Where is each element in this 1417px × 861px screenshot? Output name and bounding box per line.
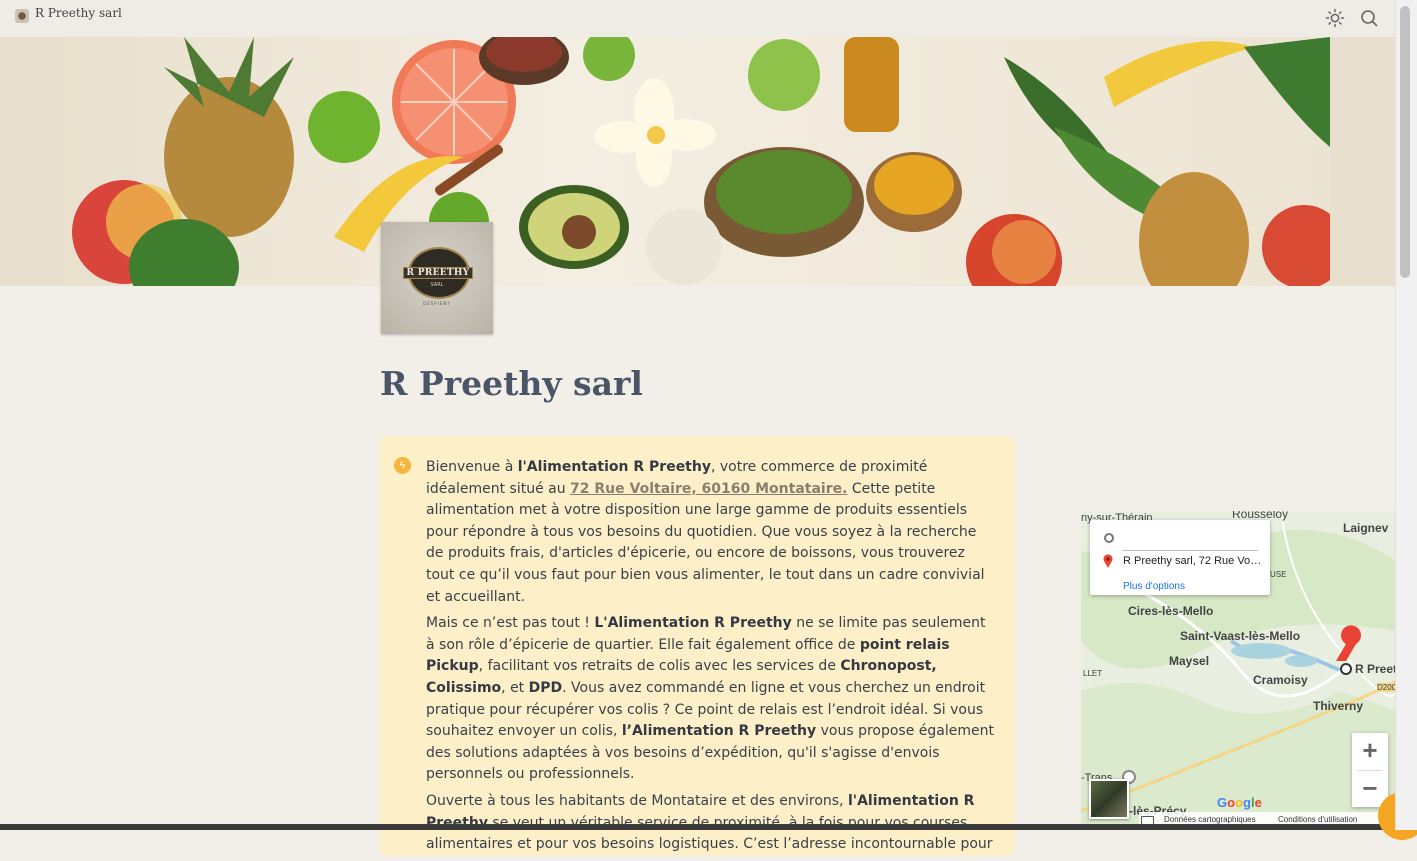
- bold-text: DPD: [528, 679, 563, 696]
- paragraph-text: , facilitant vos retraits de colis avec …: [478, 658, 841, 675]
- site-logo-icon[interactable]: [15, 9, 29, 23]
- paragraph-text: se veut un véritable service de proximit…: [426, 814, 993, 853]
- bottom-edge: [0, 824, 1396, 830]
- hero-illustration: [72, 37, 1330, 286]
- bold-text: l'Alimentation R Preethy: [517, 459, 711, 475]
- zoom-controls: + −: [1352, 733, 1388, 807]
- map-place-label: Saint-Vaast-lès-Mello: [1180, 629, 1301, 643]
- callout-paragraph: Mais ce n’est pas tout ! L'Alimentation …: [426, 613, 994, 786]
- origin-input[interactable]: [1122, 550, 1258, 551]
- map-road-label: D200: [1377, 683, 1396, 692]
- lightning-icon: ϟ: [394, 457, 411, 474]
- site-name[interactable]: R Preethy sarl: [35, 6, 122, 20]
- bold-text: L'Alimentation R Preethy: [594, 615, 792, 632]
- intro-callout: ϟ Bienvenue à l'Alimentation R Preethy, …: [379, 436, 1015, 856]
- more-options-link[interactable]: Plus d'options: [1123, 581, 1185, 592]
- google-letter: o: [1227, 795, 1236, 810]
- paragraph-text: Mais ce n’est pas tout !: [426, 615, 595, 632]
- brand-logo: R PREETHY SARL DESPIENY: [381, 222, 493, 334]
- top-bar: R Preethy sarl: [0, 0, 1396, 38]
- scrollbar[interactable]: [1395, 0, 1417, 830]
- callout-paragraph: Bienvenue à l'Alimentation R Preethy, vo…: [426, 457, 994, 608]
- paragraph-text: Cette petite alimentation met à votre di…: [426, 480, 985, 605]
- scrollbar-thumb[interactable]: [1400, 6, 1410, 278]
- paragraph-text: Bienvenue à: [426, 459, 518, 475]
- map-pin-label: R Preet: [1355, 662, 1396, 676]
- map-road-label: LLET: [1083, 669, 1103, 678]
- google-letter: g: [1243, 795, 1251, 810]
- origin-dot-icon: [1104, 533, 1114, 543]
- google-letter: o: [1235, 795, 1244, 810]
- logo-subtitle: SARL: [430, 282, 444, 288]
- search-icon[interactable]: [1359, 8, 1379, 28]
- map-place-label: Thiverny: [1313, 699, 1364, 713]
- paragraph-text: , et: [501, 679, 529, 696]
- logo-footer: DESPIENY: [423, 301, 451, 306]
- satellite-toggle-button[interactable]: [1089, 779, 1129, 819]
- google-logo: Google: [1217, 795, 1262, 810]
- zoom-in-button[interactable]: +: [1352, 733, 1388, 769]
- map-place-label: Cramoisy: [1253, 673, 1308, 687]
- hero-banner: [0, 37, 1396, 286]
- map-road-label: USE: [1270, 570, 1287, 579]
- address-link[interactable]: 72 Rue Voltaire, 60160 Montataire.: [570, 481, 847, 497]
- sun-icon[interactable]: [1325, 8, 1345, 28]
- map-place-label: Cires-lès-Mello: [1128, 604, 1214, 618]
- directions-card: R Preethy sarl, 72 Rue Voltaire, 60160 M…: [1090, 520, 1270, 595]
- google-letter: G: [1217, 795, 1228, 810]
- destination-text[interactable]: R Preethy sarl, 72 Rue Voltaire, 60160 M…: [1123, 555, 1263, 567]
- paragraph-text: Ouverte à tous les habitants de Montatai…: [426, 792, 848, 809]
- map-place-label: Maysel: [1169, 654, 1210, 668]
- destination-pin-icon: [1103, 554, 1113, 568]
- google-map[interactable]: ny-sur-Thérain Rousseloy Laignev Cires-l…: [1081, 511, 1396, 830]
- page-title: R Preethy sarl: [380, 364, 643, 403]
- callout-body: Bienvenue à l'Alimentation R Preethy, vo…: [426, 457, 994, 861]
- logo-title: R PREETHY: [403, 267, 473, 279]
- map-place-label: Laignev: [1343, 521, 1389, 535]
- bold-text: l’Alimentation R Preethy: [621, 723, 817, 740]
- google-letter: e: [1254, 795, 1262, 810]
